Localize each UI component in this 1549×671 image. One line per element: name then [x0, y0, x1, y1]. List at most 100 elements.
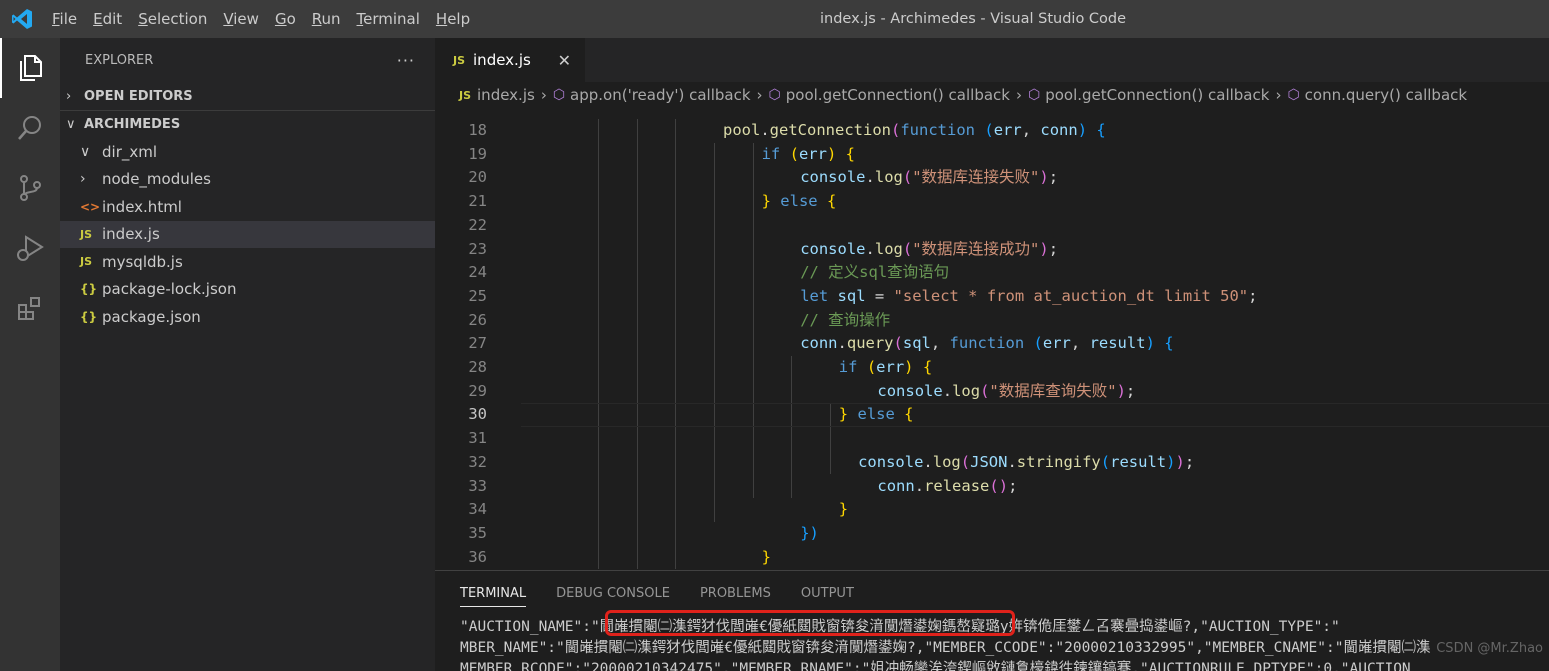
project-section[interactable]: ∨ ARCHIMEDES: [60, 110, 435, 138]
method-icon: ⬡: [1027, 87, 1041, 103]
watermark: CSDN @Mr.Zhao: [1436, 641, 1543, 656]
code-line: 18 pool.getConnection(function (err, conn…: [435, 119, 1549, 143]
editor-tabs: JS index.js ✕: [435, 38, 1549, 82]
code-line: 33 conn.release();: [435, 475, 1549, 499]
close-icon[interactable]: ✕: [558, 51, 571, 70]
menu-bar: File Edit Selection View Go Run Terminal Help: [44, 0, 478, 38]
code-text: let sql = "select * from at_auction_dt l…: [800, 286, 1258, 305]
json-file-icon: {}: [80, 282, 98, 297]
line-number: 24: [468, 263, 487, 282]
code-line: 34}: [435, 498, 1549, 522]
tab-index-js[interactable]: JS index.js ✕: [435, 38, 585, 82]
line-number: 26: [468, 310, 487, 329]
menu-view[interactable]: View: [215, 0, 267, 38]
open-editors-section[interactable]: › OPEN EDITORS: [60, 82, 435, 110]
source-control-icon[interactable]: [0, 158, 60, 218]
code-line: 25 let sql = "select * from at_auction_dt…: [435, 285, 1549, 309]
code-text: } else {: [761, 192, 837, 211]
line-number: 22: [468, 215, 487, 234]
tree-item-dir-xml[interactable]: ∨ dir_xml: [60, 138, 435, 166]
menu-selection[interactable]: Selection: [130, 0, 215, 38]
tree-item-package-lock-json[interactable]: {} package-lock.json: [60, 276, 435, 304]
tree-item-label: index.html: [102, 197, 182, 216]
code-text: // 查询操作: [800, 310, 891, 329]
line-number: 32: [468, 452, 487, 471]
panel-tab-terminal[interactable]: TERMINAL: [460, 571, 527, 617]
search-icon[interactable]: [0, 98, 60, 158]
explorer-header: EXPLORER ···: [60, 38, 435, 82]
highlight-box: [605, 610, 1015, 636]
menu-file[interactable]: File: [44, 0, 85, 38]
tree-item-mysqldb-js[interactable]: JS mysqldb.js: [60, 248, 435, 276]
code-text: console.log(JSON.stringify(result));: [858, 452, 1195, 471]
code-text: } else {: [838, 405, 914, 424]
js-file-icon: JS: [453, 53, 466, 67]
line-number: 33: [468, 476, 487, 495]
code-text: // 定义sql查询语句: [800, 263, 950, 282]
tree-item-index-html[interactable]: <> index.html: [60, 193, 435, 221]
run-debug-icon[interactable]: [0, 218, 60, 278]
breadcrumb-item[interactable]: app.on('ready') callback: [570, 86, 750, 104]
code-text: }: [761, 547, 771, 566]
editor-area: JS index.js ✕ JS index.js › ⬡ app.on('read…: [435, 38, 1549, 671]
menu-go[interactable]: Go: [267, 0, 304, 38]
line-number: 19: [468, 144, 487, 163]
chevron-right-icon: ›: [1015, 86, 1022, 104]
code-text: pool.getConnection(function (err, conn) …: [723, 121, 1106, 139]
tree-item-label: package.json: [102, 307, 201, 326]
tree-item-package-json[interactable]: {} package.json: [60, 303, 435, 331]
chevron-right-icon: ›: [66, 88, 72, 104]
line-number: 29: [468, 381, 487, 400]
code-line: 29 console.log("数据库查询失败");: [435, 380, 1549, 404]
js-file-icon: JS: [459, 88, 472, 102]
menu-run[interactable]: Run: [304, 0, 349, 38]
code-line: 21} else {: [435, 190, 1549, 214]
line-number: 34: [468, 500, 487, 519]
menu-edit[interactable]: Edit: [85, 0, 130, 38]
more-actions-icon[interactable]: ···: [397, 51, 415, 70]
code-text: }: [838, 500, 849, 519]
code-line: 31: [435, 427, 1549, 451]
method-icon: ⬡: [768, 87, 781, 103]
terminal-line: MBER_NAME":"閫嶉摜閹㈡潗鍔犲伐閭嶉€優紙閮戝窗锛夋湇闃熸鍙婅?,"M…: [460, 640, 1431, 656]
breadcrumb-item[interactable]: pool.getConnection() callback: [1045, 86, 1269, 104]
code-line: 24 // 定义sql查询语句: [435, 261, 1549, 285]
breadcrumb: JS index.js › ⬡ app.on('ready') callback › ⬡…: [435, 82, 1549, 108]
chevron-right-icon: ›: [756, 86, 763, 104]
files-icon[interactable]: [0, 38, 60, 98]
code-text: console.log("数据库连接失败");: [800, 168, 1059, 187]
line-number: 28: [468, 358, 487, 376]
title-bar: File Edit Selection View Go Run Terminal Help i…: [0, 0, 1549, 38]
chevron-down-icon: ∨: [66, 117, 76, 132]
js-file-icon: JS: [80, 255, 93, 269]
code-text: conn.release();: [877, 476, 1018, 495]
code-text: conn.query(sql, function (err, result) {: [800, 334, 1174, 353]
line-number: 35: [468, 523, 487, 542]
tree-item-label: node_modules: [102, 170, 211, 189]
line-number: 25: [468, 286, 487, 305]
current-line-highlight: [521, 403, 1549, 428]
code-line: 22: [435, 214, 1549, 238]
breadcrumb-item[interactable]: conn.query() callback: [1305, 86, 1467, 104]
line-number: 23: [468, 239, 487, 258]
code-text: if (err) {: [761, 144, 855, 163]
code-editor[interactable]: 18 pool.getConnection(function (err, conn…: [435, 118, 1549, 570]
breadcrumb-item[interactable]: pool.getConnection() callback: [786, 86, 1010, 104]
tree-item-index-js[interactable]: JS index.js: [60, 220, 435, 248]
terminal-line: MEMBER_RCODE":"20000210342475","MEMBER_R…: [460, 661, 1411, 671]
tab-label: index.js: [473, 51, 531, 69]
chevron-down-icon: ∨: [80, 143, 91, 160]
code-line: 35}): [435, 522, 1549, 546]
code-line: 19 if (err) {: [435, 143, 1549, 167]
breadcrumb-file[interactable]: index.js: [477, 86, 535, 104]
menu-help[interactable]: Help: [428, 0, 478, 38]
extensions-icon[interactable]: [0, 278, 60, 338]
menu-terminal[interactable]: Terminal: [349, 0, 428, 38]
line-number: 36: [468, 547, 487, 566]
tree-item-node-modules[interactable]: › node_modules: [60, 166, 435, 194]
code-text: console.log("数据库连接成功");: [800, 239, 1059, 258]
method-icon: ⬡: [1287, 87, 1300, 103]
vscode-logo-icon: [0, 0, 44, 38]
tree-item-label: dir_xml: [102, 142, 158, 161]
line-number: 18: [468, 121, 487, 139]
